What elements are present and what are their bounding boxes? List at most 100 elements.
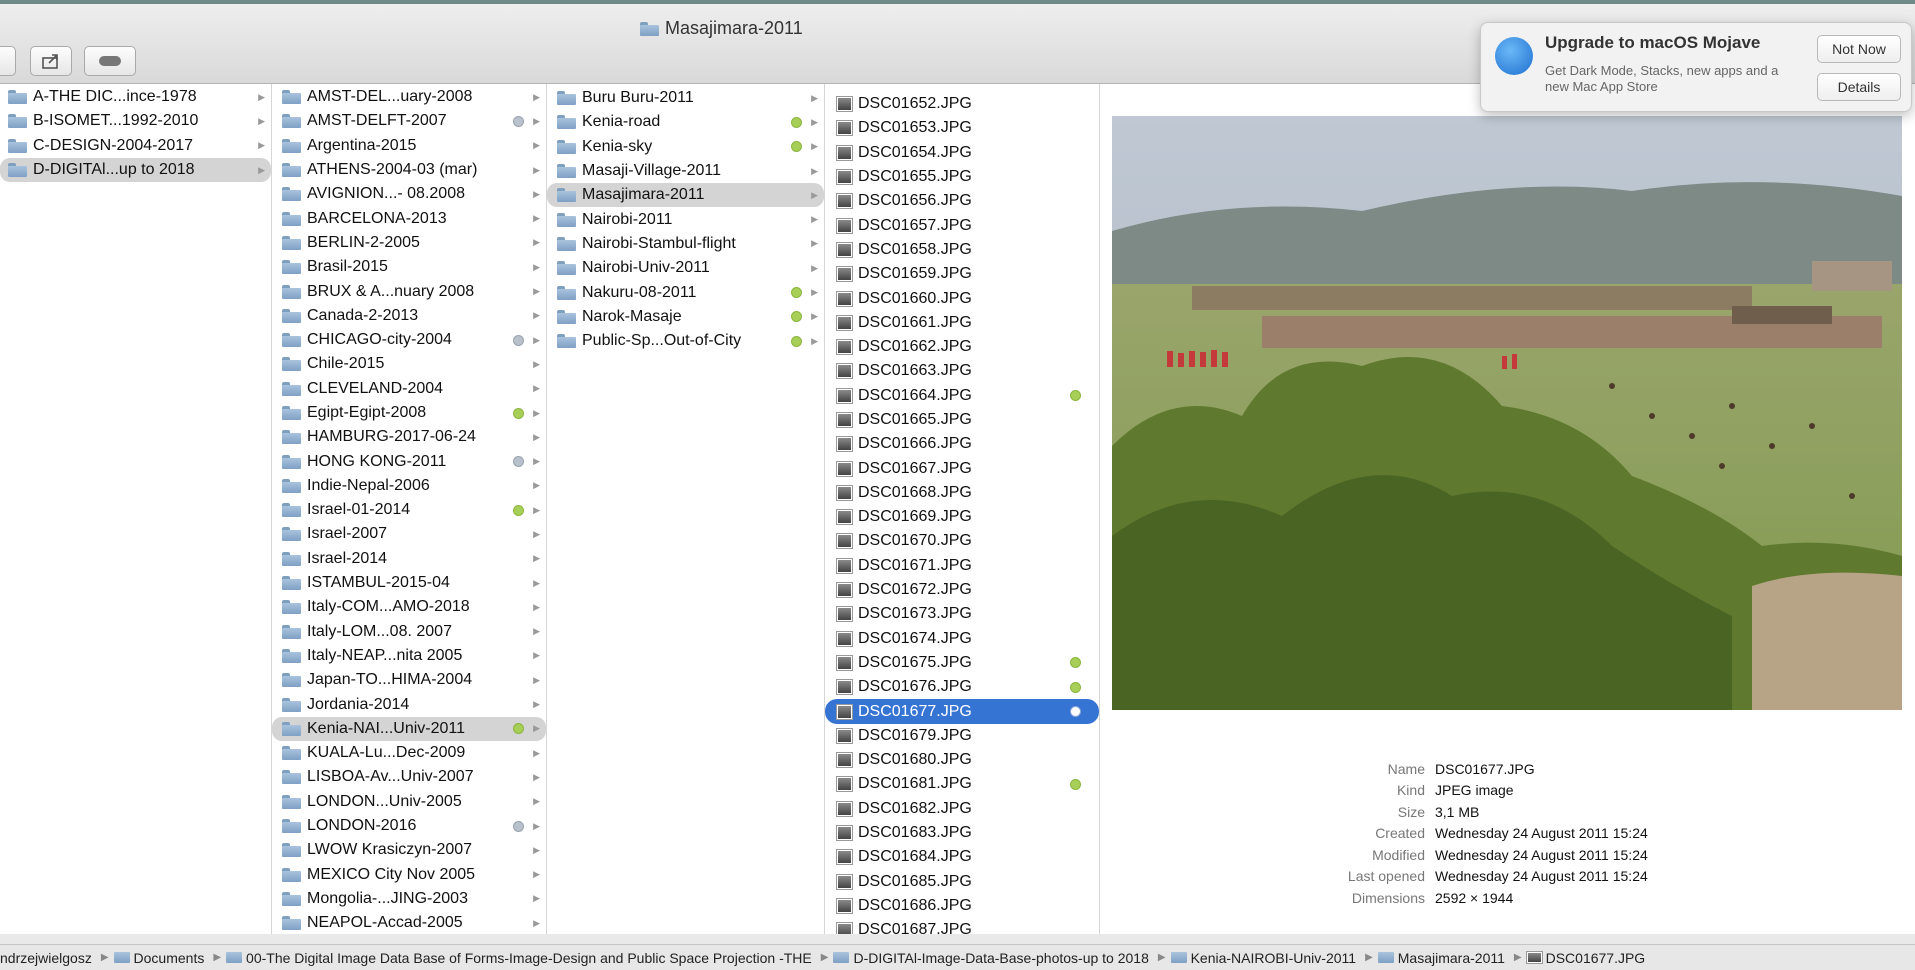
folder-item[interactable]: Kenia-sky ▶ (547, 135, 824, 159)
folder-item[interactable]: HAMBURG-2017-06-24 ▶ (272, 425, 546, 449)
upgrade-notification[interactable]: Upgrade to macOS Mojave Get Dark Mode, S… (1480, 22, 1912, 112)
path-crumb[interactable]: ndrzejwielgosz (0, 950, 92, 966)
path-crumb[interactable]: Documents (113, 950, 204, 966)
file-item[interactable]: DSC01672.JPG (825, 578, 1099, 602)
folder-item[interactable]: CHICAGO-city-2004 ▶ (272, 328, 546, 352)
path-crumb[interactable]: Kenia-NAIROBI-Univ-2011 (1170, 950, 1356, 966)
file-item[interactable]: DSC01675.JPG (825, 651, 1099, 675)
file-item[interactable]: DSC01656.JPG (825, 189, 1099, 213)
file-item[interactable]: DSC01682.JPG (825, 797, 1099, 821)
item-label: LISBOA-Av...Univ-2007 (307, 768, 474, 786)
file-item[interactable]: DSC01670.JPG (825, 529, 1099, 553)
file-item[interactable]: DSC01658.JPG (825, 238, 1099, 262)
folder-item[interactable]: Public-Sp...Out-of-City ▶ (547, 329, 824, 353)
file-item[interactable]: DSC01655.JPG (825, 165, 1099, 189)
folder-item[interactable]: NEAPOL-Accad-2005 ▶ (272, 911, 546, 934)
folder-item[interactable]: Brasil-2015 ▶ (272, 255, 546, 279)
folder-item[interactable]: Nakuru-08-2011 ▶ (547, 280, 824, 304)
file-item[interactable]: DSC01683.JPG (825, 821, 1099, 845)
path-crumb[interactable]: DSC01677.JPG (1525, 950, 1645, 966)
file-item[interactable]: DSC01667.JPG (825, 456, 1099, 480)
folder-item[interactable]: ATHENS-2004-03 (mar) ▶ (272, 158, 546, 182)
folder-item[interactable]: Egipt-Egipt-2008 ▶ (272, 401, 546, 425)
path-crumb[interactable]: 00-The Digital Image Data Base of Forms-… (226, 950, 812, 966)
share-button[interactable] (30, 46, 72, 76)
not-now-button[interactable]: Not Now (1817, 35, 1901, 63)
folder-item[interactable]: Narok-Masaje ▶ (547, 305, 824, 329)
folder-item[interactable]: Buru Buru-2011 ▶ (547, 86, 824, 110)
file-item[interactable]: DSC01677.JPG (825, 699, 1099, 724)
file-item[interactable]: DSC01666.JPG (825, 432, 1099, 456)
folder-item[interactable]: KUALA-Lu...Dec-2009 ▶ (272, 741, 546, 765)
folder-item[interactable]: BARCELONA-2013 ▶ (272, 206, 546, 230)
folder-item[interactable]: Jordania-2014 ▶ (272, 692, 546, 716)
folder-item[interactable]: Japan-TO...HIMA-2004 ▶ (272, 668, 546, 692)
file-item[interactable]: DSC01676.JPG (825, 675, 1099, 699)
path-crumb[interactable]: D-DIGITAl-Image-Data-Base-photos-up to 2… (833, 950, 1149, 966)
item-label: LWOW Krasiczyn-2007 (307, 841, 473, 859)
folder-item[interactable]: Canada-2-2013 ▶ (272, 304, 546, 328)
details-button[interactable]: Details (1817, 73, 1901, 101)
file-item[interactable]: DSC01673.JPG (825, 602, 1099, 626)
folder-item[interactable]: Nairobi-Univ-2011 ▶ (547, 256, 824, 280)
file-item[interactable]: DSC01657.JPG (825, 213, 1099, 237)
folder-item[interactable]: Nairobi-Stambul-flight ▶ (547, 232, 824, 256)
file-item[interactable]: DSC01654.JPG (825, 141, 1099, 165)
path-crumb[interactable]: Masajimara-2011 (1377, 950, 1505, 966)
sidebar-folder-item[interactable]: C-DESIGN-2004-2017 ▶ (0, 134, 271, 158)
folder-item[interactable]: HONG KONG-2011 ▶ (272, 449, 546, 473)
folder-item[interactable]: Masajimara-2011 ▶ (547, 183, 824, 208)
file-item[interactable]: DSC01684.JPG (825, 845, 1099, 869)
folder-item[interactable]: Kenia-NAI...Univ-2011 ▶ (272, 716, 546, 742)
folder-item[interactable]: BERLIN-2-2005 ▶ (272, 231, 546, 255)
file-item[interactable]: DSC01669.JPG (825, 505, 1099, 529)
folder-item[interactable]: LWOW Krasiczyn-2007 ▶ (272, 838, 546, 862)
file-item[interactable]: DSC01652.JPG (825, 92, 1099, 116)
file-item[interactable]: DSC01660.JPG (825, 286, 1099, 310)
file-item[interactable]: DSC01668.JPG (825, 481, 1099, 505)
folder-item[interactable]: Italy-NEAP...nita 2005 ▶ (272, 644, 546, 668)
folder-item[interactable]: Kenia-road ▶ (547, 110, 824, 134)
file-item[interactable]: DSC01674.JPG (825, 627, 1099, 651)
tags-button[interactable] (84, 46, 136, 76)
file-item[interactable]: DSC01679.JPG (825, 724, 1099, 748)
folder-item[interactable]: MEXICO City Nov 2005 ▶ (272, 863, 546, 887)
folder-item[interactable]: Israel-2014 ▶ (272, 547, 546, 571)
file-item[interactable]: DSC01686.JPG (825, 894, 1099, 918)
folder-item[interactable]: Masaji-Village-2011 ▶ (547, 159, 824, 183)
folder-item[interactable]: AMST-DEL...uary-2008 ▶ (272, 85, 546, 109)
folder-item[interactable]: Israel-01-2014 ▶ (272, 498, 546, 522)
folder-item[interactable]: ISTAMBUL-2015-04 ▶ (272, 571, 546, 595)
file-item[interactable]: DSC01685.JPG (825, 870, 1099, 894)
folder-item[interactable]: LISBOA-Av...Univ-2007 ▶ (272, 765, 546, 789)
file-item[interactable]: DSC01687.JPG (825, 918, 1099, 934)
file-item[interactable]: DSC01671.JPG (825, 554, 1099, 578)
folder-item[interactable]: Indie-Nepal-2006 ▶ (272, 474, 546, 498)
folder-item[interactable]: Italy-LOM...08. 2007 ▶ (272, 620, 546, 644)
file-item[interactable]: DSC01663.JPG (825, 359, 1099, 383)
folder-item[interactable]: Argentina-2015 ▶ (272, 134, 546, 158)
folder-item[interactable]: Chile-2015 ▶ (272, 352, 546, 376)
file-item[interactable]: DSC01681.JPG (825, 772, 1099, 796)
file-item[interactable]: DSC01665.JPG (825, 408, 1099, 432)
folder-item[interactable]: Israel-2007 ▶ (272, 522, 546, 546)
file-item[interactable]: DSC01680.JPG (825, 748, 1099, 772)
folder-item[interactable]: Nairobi-2011 ▶ (547, 207, 824, 231)
file-item[interactable]: DSC01664.JPG (825, 384, 1099, 408)
folder-item[interactable]: AMST-DELFT-2007 ▶ (272, 109, 546, 133)
folder-item[interactable]: BRUX & A...nuary 2008 ▶ (272, 279, 546, 303)
file-item[interactable]: DSC01659.JPG (825, 262, 1099, 286)
file-item[interactable]: DSC01661.JPG (825, 311, 1099, 335)
folder-item[interactable]: AVIGNION...- 08.2008 ▶ (272, 182, 546, 206)
folder-item[interactable]: Mongolia-...JING-2003 ▶ (272, 887, 546, 911)
folder-item[interactable]: LONDON-2016 ▶ (272, 814, 546, 838)
sidebar-folder-item[interactable]: B-ISOMET...1992-2010 ▶ (0, 109, 271, 133)
folder-item[interactable]: LONDON...Univ-2005 ▶ (272, 790, 546, 814)
folder-item[interactable]: CLEVELAND-2004 ▶ (272, 377, 546, 401)
file-item[interactable]: DSC01653.JPG (825, 116, 1099, 140)
sidebar-folder-item[interactable]: A-THE DIC...ince-1978 ▶ (0, 85, 271, 109)
sidebar-folder-item[interactable]: D-DIGITAl...up to 2018 ▶ (0, 157, 271, 183)
file-item[interactable]: DSC01662.JPG (825, 335, 1099, 359)
folder-item[interactable]: Italy-COM...AMO-2018 ▶ (272, 595, 546, 619)
toolbar-edge-button[interactable] (0, 46, 16, 76)
